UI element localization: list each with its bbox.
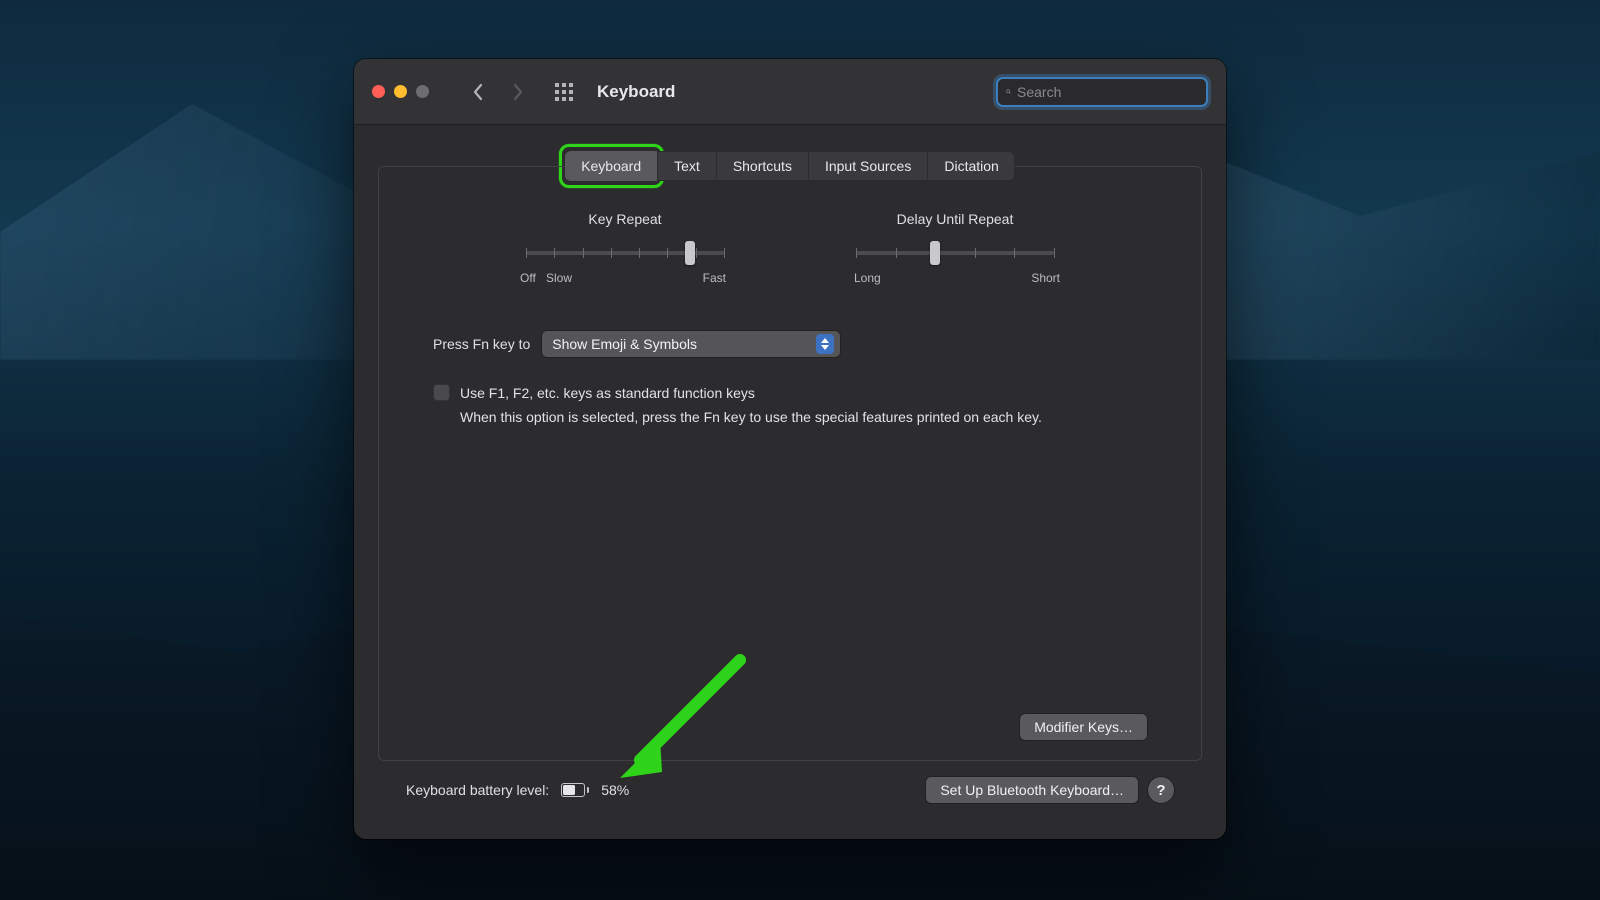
search-input[interactable]	[1017, 79, 1198, 105]
key-repeat-slider[interactable]	[526, 241, 724, 265]
zoom-window-button[interactable]	[416, 85, 429, 98]
key-repeat-label: Key Repeat	[588, 211, 661, 227]
close-window-button[interactable]	[372, 85, 385, 98]
setup-bluetooth-keyboard-button[interactable]: Set Up Bluetooth Keyboard…	[926, 777, 1138, 803]
key-repeat-off-label: Off	[520, 271, 536, 285]
standard-fkeys-label: Use F1, F2, etc. keys as standard functi…	[460, 383, 1042, 403]
popup-arrows-icon	[816, 334, 834, 354]
window-title: Keyboard	[597, 82, 675, 102]
delay-repeat-short-label: Short	[1031, 271, 1060, 285]
minimize-window-button[interactable]	[394, 85, 407, 98]
window-content: KeyboardTextShortcutsInput SourcesDictat…	[354, 125, 1226, 839]
delay-repeat-slider[interactable]	[856, 241, 1054, 265]
standard-fkeys-desc: When this option is selected, press the …	[460, 407, 1042, 427]
standard-fkeys-text: Use F1, F2, etc. keys as standard functi…	[460, 383, 1042, 428]
preferences-window: Keyboard KeyboardTextShortcutsInput Sour…	[354, 59, 1226, 839]
window-toolbar: Keyboard	[354, 59, 1226, 125]
standard-fkeys-checkbox[interactable]	[433, 384, 450, 401]
delay-repeat-label: Delay Until Repeat	[897, 211, 1014, 227]
tab-text[interactable]: Text	[658, 151, 717, 181]
key-repeat-slow-label: Slow	[546, 271, 572, 285]
forward-button[interactable]	[501, 75, 535, 109]
fn-key-label: Press Fn key to	[433, 336, 530, 352]
window-controls	[372, 85, 429, 98]
key-repeat-fast-label: Fast	[703, 271, 726, 285]
keyboard-panel: Key Repeat Off Slow Fast Delay Until Rep…	[378, 166, 1202, 761]
tab-dictation[interactable]: Dictation	[928, 151, 1014, 181]
delay-repeat-long-label: Long	[854, 271, 881, 285]
search-icon	[1006, 84, 1011, 99]
window-footer: Keyboard battery level: 58% Set Up Bluet…	[378, 761, 1202, 819]
battery-level-label: Keyboard battery level:	[406, 782, 549, 798]
tab-shortcuts[interactable]: Shortcuts	[717, 151, 809, 181]
show-all-prefs-button[interactable]	[547, 75, 581, 109]
back-button[interactable]	[461, 75, 495, 109]
tab-bar: KeyboardTextShortcutsInput SourcesDictat…	[565, 151, 1015, 181]
key-repeat-block: Key Repeat Off Slow Fast	[525, 211, 725, 287]
modifier-keys-button[interactable]: Modifier Keys…	[1020, 714, 1147, 740]
tab-keyboard[interactable]: Keyboard	[565, 151, 658, 181]
battery-level-value: 58%	[601, 782, 629, 798]
fn-key-popup[interactable]: Show Emoji & Symbols	[542, 331, 840, 357]
battery-icon	[561, 783, 589, 797]
help-button[interactable]: ?	[1148, 777, 1174, 803]
delay-repeat-block: Delay Until Repeat Long Short	[855, 211, 1055, 287]
tab-input-sources[interactable]: Input Sources	[809, 151, 928, 181]
search-field-wrap[interactable]	[996, 77, 1208, 107]
fn-key-popup-value: Show Emoji & Symbols	[552, 336, 806, 352]
